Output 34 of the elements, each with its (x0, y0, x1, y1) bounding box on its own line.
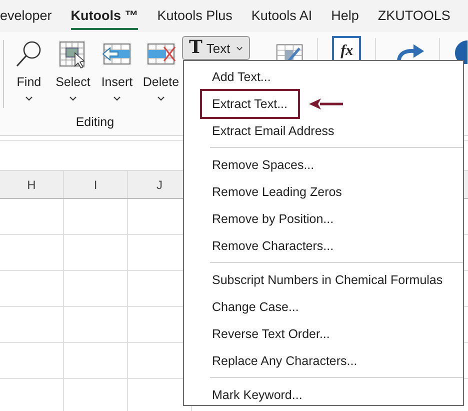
chevron-icon[interactable] (68, 96, 77, 101)
menu-item[interactable]: Remove Characters... (200, 230, 346, 260)
ribbon-tab[interactable]: Kutools Plus (157, 2, 232, 30)
tool-label[interactable]: Find (16, 75, 42, 89)
redo-arrow-icon[interactable] (396, 44, 426, 62)
chevron-icon[interactable] (112, 96, 121, 101)
tool-label[interactable]: Select (56, 75, 90, 89)
chevron-icon[interactable] (156, 96, 165, 101)
menu-item[interactable]: Remove Spaces... (200, 150, 326, 180)
column-header[interactable]: H (0, 171, 64, 198)
ribbon-tab[interactable]: Help (331, 2, 359, 30)
menu-item[interactable]: Reverse Text Order... (200, 318, 342, 348)
column-header[interactable]: I (64, 171, 128, 198)
grid-pencil-icon[interactable] (276, 42, 304, 62)
menu-item[interactable]: Remove by Position... (200, 204, 346, 234)
ribbon-tab[interactable]: Kutools AI (251, 2, 312, 30)
menu-item[interactable]: Replace Any Characters... (200, 346, 370, 376)
menu-item[interactable]: Remove Leading Zeros (200, 176, 354, 206)
text-dropdown-button[interactable]: T Text (182, 36, 250, 60)
menu-item[interactable]: Extract Text... (200, 88, 300, 118)
menu-item[interactable]: Add Text... (200, 62, 283, 92)
tool-label[interactable]: Insert (101, 75, 133, 89)
pointer-arrow (308, 98, 344, 110)
menu-item[interactable]: Extract Email Address (200, 116, 346, 146)
menu-item[interactable]: Mark Keyword... (200, 380, 314, 410)
chevron-icon (236, 46, 244, 50)
tool-label[interactable]: Delete (142, 75, 180, 89)
ribbon-tab[interactable]: ZKUTOOLS (378, 2, 450, 30)
group-label: Editing (76, 115, 114, 129)
ribbon-tab[interactable]: eveloper (0, 2, 52, 30)
menu-item[interactable]: Subscript Numbers in Chemical Formulas (200, 264, 455, 294)
menu-item[interactable]: Change Case... (200, 292, 311, 322)
ribbon-tab[interactable]: Kutools ™ (70, 2, 138, 30)
chevron-icon[interactable] (24, 96, 33, 101)
